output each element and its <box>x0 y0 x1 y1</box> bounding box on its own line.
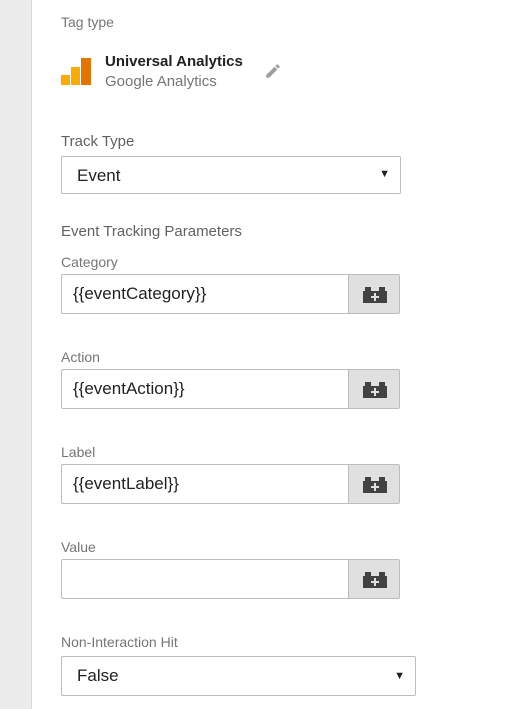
action-field <box>61 369 400 409</box>
google-analytics-logo-icon <box>61 58 91 85</box>
pencil-icon[interactable] <box>264 62 282 80</box>
insert-variable-button[interactable] <box>348 464 400 504</box>
category-input[interactable] <box>61 274 348 314</box>
non-interaction-label: Non-Interaction Hit <box>61 634 178 650</box>
lego-brick-plus-icon <box>363 382 387 398</box>
insert-variable-button[interactable] <box>348 559 400 599</box>
tag-vendor: Google Analytics <box>105 73 217 90</box>
insert-variable-button[interactable] <box>348 274 400 314</box>
value-field <box>61 559 400 599</box>
category-label: Category <box>61 254 118 270</box>
action-input[interactable] <box>61 369 348 409</box>
dropdown-arrow-icon: ▼ <box>379 168 390 180</box>
label-field <box>61 464 400 504</box>
value-label: Value <box>61 539 96 555</box>
tag-config-panel <box>32 0 508 709</box>
lego-brick-plus-icon <box>363 572 387 588</box>
action-label: Action <box>61 349 100 365</box>
value-input[interactable] <box>61 559 348 599</box>
track-type-select[interactable]: Event ▼ <box>61 156 401 194</box>
track-type-label: Track Type <box>61 133 135 150</box>
left-gutter <box>0 0 32 709</box>
tag-type-label: Tag type <box>61 14 114 30</box>
lego-brick-plus-icon <box>363 477 387 493</box>
dropdown-arrow-icon: ▼ <box>394 670 405 682</box>
non-interaction-value: False <box>77 666 119 685</box>
category-field <box>61 274 400 314</box>
non-interaction-select[interactable]: False ▼ <box>61 656 416 696</box>
label-label: Label <box>61 444 96 460</box>
insert-variable-button[interactable] <box>348 369 400 409</box>
lego-brick-plus-icon <box>363 287 387 303</box>
tag-name: Universal Analytics <box>105 53 243 70</box>
event-params-heading: Event Tracking Parameters <box>61 223 242 240</box>
track-type-value: Event <box>77 166 121 185</box>
label-input[interactable] <box>61 464 348 504</box>
